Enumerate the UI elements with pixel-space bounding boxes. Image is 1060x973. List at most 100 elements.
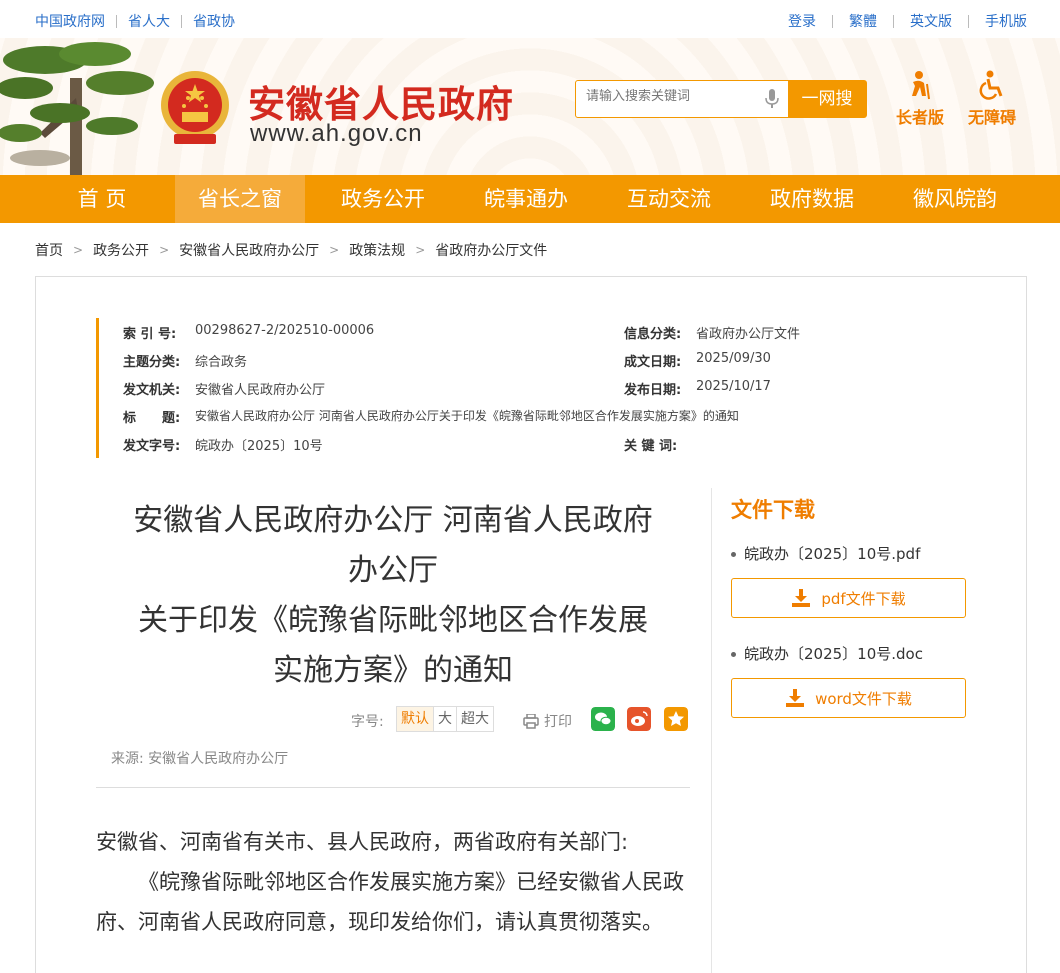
- pine-tree-icon: [0, 42, 154, 175]
- print-button[interactable]: 打印: [523, 711, 572, 731]
- breadcrumb-home[interactable]: 首页: [35, 240, 63, 260]
- link-gov-cn[interactable]: 中国政府网: [35, 11, 105, 31]
- meta-keywords: 关 键 词:: [624, 435, 696, 454]
- meta-value: 2025/10/17: [696, 379, 771, 394]
- mobile-link[interactable]: 手机版: [985, 11, 1027, 31]
- chevron-right-icon: >: [329, 243, 340, 257]
- download-icon: [792, 589, 811, 607]
- meta-key: 发布日期:: [624, 383, 682, 398]
- document-metadata: 索 引 号: 00298627-2/202510-00006 信息分类: 省政府…: [96, 318, 836, 458]
- nav-governor-window[interactable]: 省长之窗: [175, 175, 305, 223]
- nav-anhui-culture[interactable]: 徽风皖韵: [890, 175, 1020, 223]
- chevron-right-icon: >: [159, 243, 170, 257]
- wheelchair-icon: [979, 70, 1003, 100]
- bullet: [731, 552, 736, 557]
- word-download-button[interactable]: word文件下载: [731, 678, 966, 718]
- microphone-icon[interactable]: [765, 89, 779, 109]
- font-size-extra-large[interactable]: 超大: [457, 707, 493, 731]
- meta-key: 发文字号:: [123, 439, 181, 454]
- accessibility-button[interactable]: 无障碍: [962, 70, 1022, 128]
- title-line: 办公厅: [348, 553, 438, 588]
- site-header: 安徽省人民政府 www.ah.gov.cn 一网搜 长者版 无障碍: [0, 38, 1060, 175]
- title-line: 安徽省人民政府办公厅 河南省人民政府: [133, 503, 653, 538]
- divider: [181, 14, 182, 28]
- title-line: 关于印发《皖豫省际毗邻地区合作发展: [138, 603, 648, 638]
- download-file-doc: 皖政办〔2025〕10号.doc: [731, 643, 923, 664]
- meta-key: 发文机关:: [123, 383, 181, 398]
- article-title: 安徽省人民政府办公厅 河南省人民政府 办公厅 关于印发《皖豫省际毗邻地区合作发展…: [96, 496, 690, 696]
- national-emblem-icon: [161, 71, 229, 144]
- weibo-share-icon[interactable]: [627, 707, 651, 731]
- divider: [116, 14, 117, 28]
- meta-value: 2025/09/30: [696, 351, 771, 366]
- favorite-star-icon[interactable]: [664, 707, 688, 731]
- meta-value: 省政府办公厅文件: [696, 327, 801, 342]
- meta-value: 00298627-2/202510-00006: [195, 323, 375, 338]
- bullet: [731, 652, 736, 657]
- pdf-download-button[interactable]: pdf文件下载: [731, 578, 966, 618]
- downloads-title: 文件下载: [731, 498, 815, 522]
- download-icon: [786, 689, 805, 707]
- link-cppcc[interactable]: 省政协: [193, 11, 235, 31]
- traditional-chinese-link[interactable]: 繁體: [849, 11, 877, 31]
- meta-index-no: 索 引 号: 00298627-2/202510-00006: [123, 323, 374, 342]
- meta-info-category: 信息分类: 省政府办公厅文件: [624, 323, 800, 342]
- breadcrumb-office-documents[interactable]: 省政府办公厅文件: [435, 240, 547, 260]
- font-size-selector: 默认 大 超大: [396, 706, 494, 732]
- article-source: 来源: 安徽省人民政府办公厅: [111, 751, 289, 767]
- nav-government-affairs[interactable]: 政务公开: [318, 175, 448, 223]
- meta-created: 成文日期: 2025/09/30: [624, 351, 771, 370]
- meta-value: 安徽省人民政府办公厅: [195, 383, 326, 398]
- word-download-label: word文件下载: [815, 689, 912, 708]
- breadcrumb-general-office[interactable]: 安徽省人民政府办公厅: [179, 240, 319, 260]
- file-name: 皖政办〔2025〕10号.pdf: [744, 545, 921, 563]
- breadcrumb-gov-affairs[interactable]: 政务公开: [93, 240, 149, 260]
- divider: [96, 787, 690, 788]
- pdf-download-label: pdf文件下载: [821, 589, 906, 608]
- title-line: 实施方案》的通知: [273, 653, 513, 688]
- nav-government-data[interactable]: 政府数据: [747, 175, 877, 223]
- wechat-share-icon[interactable]: [591, 707, 615, 731]
- divider: [711, 488, 712, 973]
- nav-home[interactable]: 首 页: [37, 175, 167, 223]
- search-input[interactable]: [586, 89, 754, 104]
- chevron-right-icon: >: [73, 243, 84, 257]
- search-button[interactable]: 一网搜: [788, 81, 866, 117]
- meta-value: 安徽省人民政府办公厅 河南省人民政府办公厅关于印发《皖豫省际毗邻地区合作发展实施…: [195, 409, 739, 423]
- chevron-right-icon: >: [415, 243, 426, 257]
- meta-doc-title: 标 题: 安徽省人民政府办公厅 河南省人民政府办公厅关于印发《皖豫省际毗邻地区合…: [123, 407, 833, 426]
- meta-key: 关 键 词:: [624, 439, 678, 454]
- divider: [832, 14, 833, 28]
- divider: [893, 14, 894, 28]
- file-name: 皖政办〔2025〕10号.doc: [744, 645, 923, 663]
- main-nav: 首 页 省长之窗 政务公开 皖事通办 互动交流 政府数据 徽风皖韵: [0, 175, 1060, 223]
- link-provincial-congress[interactable]: 省人大: [128, 11, 170, 31]
- font-size-label: 字号:: [351, 714, 384, 730]
- article-body: 安徽省、河南省有关市、县人民政府，两省政府有关部门: 《皖豫省际毗邻地区合作发展…: [96, 822, 690, 942]
- accessibility-label: 无障碍: [967, 108, 1016, 127]
- article-tools: 字号: 默认 大 超大 打印: [96, 705, 690, 735]
- breadcrumb: 首页 > 政务公开 > 安徽省人民政府办公厅 > 政策法规 > 省政府办公厅文件: [35, 240, 547, 260]
- font-size-default[interactable]: 默认: [397, 707, 434, 731]
- login-link[interactable]: 登录: [788, 11, 816, 31]
- divider: [968, 14, 969, 28]
- meta-key: 索 引 号:: [123, 327, 177, 342]
- elder-mode-label: 长者版: [895, 108, 944, 127]
- elderly-person-icon: [912, 71, 930, 100]
- salutation: 安徽省、河南省有关市、县人民政府，两省政府有关部门:: [96, 830, 629, 854]
- meta-key: 成文日期:: [624, 355, 682, 370]
- font-size-large[interactable]: 大: [434, 707, 457, 731]
- meta-value: 皖政办〔2025〕10号: [195, 439, 323, 454]
- download-file-pdf: 皖政办〔2025〕10号.pdf: [731, 543, 920, 564]
- elder-mode-button[interactable]: 长者版: [890, 70, 950, 128]
- english-link[interactable]: 英文版: [910, 11, 952, 31]
- meta-value: 综合政务: [195, 355, 248, 370]
- breadcrumb-policy[interactable]: 政策法规: [349, 240, 405, 260]
- meta-key: 主题分类:: [123, 355, 181, 370]
- print-label: 打印: [544, 714, 572, 730]
- top-bar: 中国政府网 省人大 省政协 登录 繁體 英文版 手机版: [0, 0, 1060, 38]
- nav-online-services[interactable]: 皖事通办: [461, 175, 591, 223]
- paragraph: 《皖豫省际毗邻地区合作发展实施方案》已经安徽省人民政府、河南省人民政府同意，现印…: [96, 870, 684, 934]
- meta-key: 标 题:: [123, 411, 181, 426]
- nav-interaction[interactable]: 互动交流: [604, 175, 734, 223]
